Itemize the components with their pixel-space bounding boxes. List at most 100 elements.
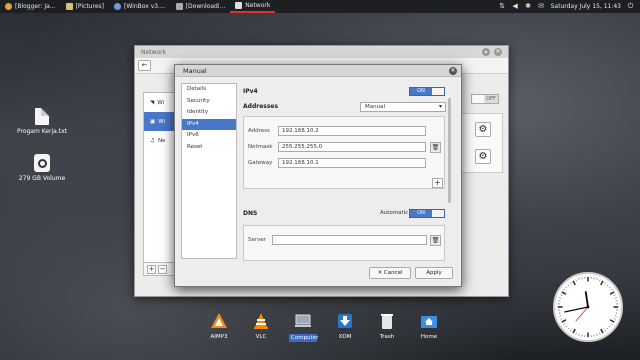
task-pictures[interactable]: [Pictures] xyxy=(61,0,109,13)
dock-item-trash[interactable]: Trash xyxy=(373,312,401,342)
method-select[interactable]: Manual xyxy=(360,102,446,112)
close-icon[interactable]: ✕ xyxy=(449,67,457,75)
remove-connection-button[interactable]: − xyxy=(158,264,167,274)
sidebar-item-details[interactable]: Details xyxy=(182,84,236,96)
task-blogger[interactable]: [Blogger: Ja... xyxy=(0,0,61,13)
add-connection-button[interactable]: + xyxy=(147,264,156,274)
maximize-icon[interactable]: ▴ xyxy=(482,48,490,56)
clock-tick xyxy=(608,286,611,289)
dock-label: Home xyxy=(420,334,438,340)
desktop-file-progam-kerja[interactable]: Progam Kerja.txt xyxy=(12,108,72,135)
clock-tick xyxy=(606,284,609,287)
task-winbox[interactable]: [WinBox v3.... xyxy=(109,0,171,13)
list-item-label: Wi xyxy=(158,118,166,125)
dialog-titlebar[interactable]: Manual xyxy=(175,65,461,77)
hour-hand xyxy=(584,291,589,308)
address-input[interactable]: 192.168.10.2 xyxy=(278,126,426,136)
settings-gear-button[interactable]: ⚙ xyxy=(475,149,491,164)
task-label: [Blogger: Ja... xyxy=(15,3,56,10)
dock: AIMP3 VLC Computer XDM Trash Home xyxy=(205,312,443,342)
address-row: Address 192.168.10.2 xyxy=(248,126,426,136)
clock-tick xyxy=(563,323,566,325)
dock-label: XDM xyxy=(338,334,352,340)
power-icon[interactable]: ⏻ xyxy=(627,3,634,10)
computer-icon xyxy=(295,314,311,327)
netmask-label: Netmask xyxy=(248,144,273,150)
trash-icon[interactable]: 🗑 xyxy=(430,235,441,246)
toggle-knob xyxy=(472,95,484,103)
back-button[interactable]: ← xyxy=(138,60,151,71)
wifi-toggle[interactable]: OFF xyxy=(471,94,499,104)
clock-tick xyxy=(565,325,568,328)
settings-gear-button[interactable]: ⚙ xyxy=(475,122,491,137)
clock-tick xyxy=(600,328,604,334)
clock-tick xyxy=(575,332,577,335)
sidebar-item-ipv4[interactable]: IPv4 xyxy=(182,118,236,130)
sidebar-item-reset[interactable]: Reset xyxy=(182,142,236,154)
dns-label: DNS xyxy=(243,210,258,217)
volume-icon[interactable]: ◀ xyxy=(512,3,519,10)
vlc-icon xyxy=(254,313,268,329)
xdm-icon xyxy=(338,314,352,328)
toggle-knob xyxy=(432,210,444,217)
apply-button[interactable]: Apply xyxy=(415,267,453,279)
dock-label: Computer xyxy=(289,334,319,342)
clock-tick xyxy=(578,333,580,336)
server-input[interactable] xyxy=(272,235,427,245)
desktop-volume-279gb[interactable]: 279 GB Volume xyxy=(12,154,72,182)
sidebar-item-ipv6[interactable]: IPv6 xyxy=(182,130,236,142)
network-icon[interactable]: ⇅ xyxy=(499,3,506,10)
network-proxy-icon: ♫ xyxy=(150,137,155,144)
network-window-titlebar[interactable]: Network xyxy=(135,46,508,58)
clock-tick xyxy=(561,319,567,323)
desktop-icon-label: Progam Kerja.txt xyxy=(16,128,68,135)
top-panel: [Blogger: Ja... [Pictures] [WinBox v3...… xyxy=(0,0,640,13)
download-icon xyxy=(175,3,183,10)
clock-tick xyxy=(609,291,615,295)
home-folder-icon xyxy=(421,316,437,328)
close-icon[interactable]: ✕ xyxy=(494,48,502,56)
scrollbar[interactable] xyxy=(448,98,451,203)
message-icon[interactable]: ✉ xyxy=(538,3,545,10)
network-settings-icon xyxy=(235,2,243,9)
list-item-label: Wi xyxy=(157,99,165,106)
trash-can-icon xyxy=(381,314,393,329)
clock-tick xyxy=(596,278,598,281)
netmask-row: Netmask 255.255.255.0 xyxy=(248,142,426,152)
clock-tick xyxy=(570,329,572,332)
clock-tick xyxy=(614,297,617,299)
clock-text[interactable]: Saturday July 15, 11:43 xyxy=(551,3,621,10)
clock-tick xyxy=(609,319,615,323)
drive-icon xyxy=(34,154,50,172)
netmask-input[interactable]: 255.255.255.0 xyxy=(278,142,426,152)
cancel-button[interactable]: ✕ Cancel xyxy=(369,267,411,279)
add-address-button[interactable]: + xyxy=(432,178,443,188)
ipv4-toggle[interactable]: ON xyxy=(409,87,445,96)
dock-item-computer[interactable]: Computer xyxy=(289,312,319,342)
dock-item-xdm[interactable]: XDM xyxy=(331,312,359,342)
dock-item-home[interactable]: Home xyxy=(415,312,443,342)
trash-icon[interactable]: 🗑 xyxy=(430,142,441,153)
dock-item-aimp3[interactable]: AIMP3 xyxy=(205,312,233,342)
toggle-knob xyxy=(432,88,444,95)
clock-tick xyxy=(572,328,576,334)
clock-tick xyxy=(610,323,613,325)
clock-tick xyxy=(572,280,576,286)
dock-item-vlc[interactable]: VLC xyxy=(247,312,275,342)
dock-label: VLC xyxy=(255,334,267,340)
server-label: Server xyxy=(248,237,267,243)
dns-automatic-toggle[interactable]: ON xyxy=(409,209,445,218)
task-downloading[interactable]: [Downloadi... xyxy=(171,0,231,13)
gateway-label: Gateway xyxy=(248,160,273,166)
gateway-input[interactable]: 192.168.10.1 xyxy=(278,158,426,168)
desktop-icon-label: 279 GB Volume xyxy=(18,175,66,182)
bluetooth-icon[interactable]: ✱ xyxy=(525,3,532,10)
sidebar-item-identity[interactable]: Identity xyxy=(182,107,236,119)
gateway-row: Gateway 192.168.10.1 xyxy=(248,158,426,168)
address-label: Address xyxy=(248,128,270,134)
clock-tick xyxy=(561,291,567,295)
connection-dialog: Manual ✕ Details Security Identity IPv4 … xyxy=(174,64,462,287)
sidebar-item-security[interactable]: Security xyxy=(182,96,236,108)
dns-box: Server 🗑 xyxy=(243,225,445,261)
task-network[interactable]: Network xyxy=(230,0,276,13)
